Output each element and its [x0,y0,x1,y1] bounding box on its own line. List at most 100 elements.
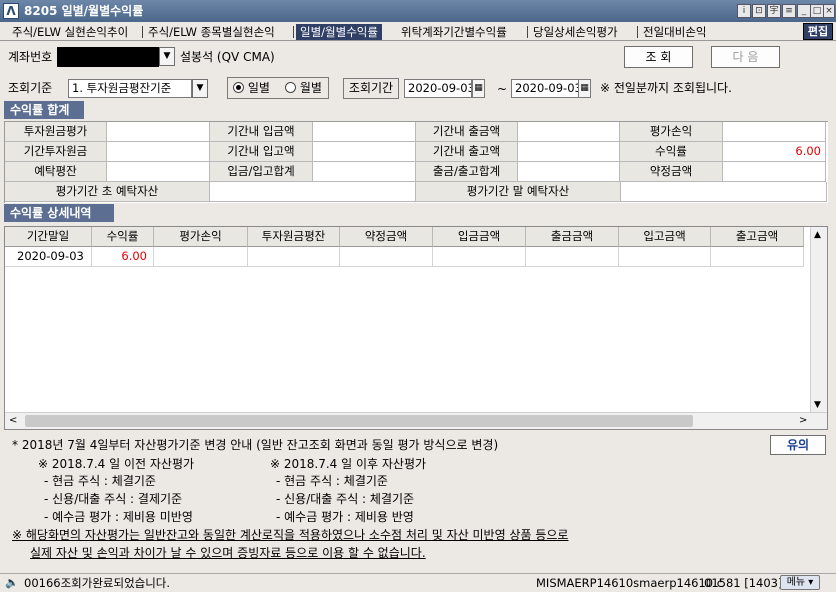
summary-value [518,122,620,142]
menu-button[interactable]: 메뉴 ▾ [780,575,820,590]
after-item: - 현금 주식 : 체결기준 [276,474,388,488]
tab-vs-prev-day-pnl[interactable]: 전일대비손익 [643,24,706,40]
summary-label: 예탁평잔 [5,162,107,182]
table-cell[interactable] [248,247,340,267]
warning-line-1: ※ 해당화면의 자산평가는 일반잔고와 동일한 계산로직을 적용하였으나 소수점… [12,528,569,542]
column-header[interactable]: 입고금액 [619,227,711,247]
date-from-input[interactable]: 2020-09-03 [404,79,472,98]
table-cell[interactable] [526,247,619,267]
column-header[interactable]: 평가손익 [154,227,248,247]
summary-value [107,122,210,142]
column-header[interactable]: 약정금액 [340,227,433,247]
tab-stock-realized-by-item[interactable]: 주식/ELW 종목별실현손익 [148,24,275,40]
summary-label: 투자원금평가 [5,122,107,142]
vertical-scrollbar[interactable]: ▲ ▼ [810,227,827,413]
before-item: - 현금 주식 : 체결기준 [44,474,156,488]
summary-value [723,122,826,142]
period-type-radio-group: 일별 월별 [227,77,329,99]
account-dropdown-icon[interactable]: ▼ [159,47,175,66]
column-header[interactable]: 기간말일 [5,227,92,247]
before-item: - 예수금 평가 : 제비용 미반영 [44,510,193,524]
period-end-label: 평가기간 말 예탁자산 [416,182,621,202]
radio-daily-dot[interactable] [233,82,244,93]
summary-value [313,142,416,162]
link-icon[interactable]: ⊡ [752,4,766,18]
summary-value [107,162,210,182]
summary-value [723,162,826,182]
after-title: ※ 2018.7.4 일 이후 자산평가 [270,457,427,471]
scroll-up-icon[interactable]: ▲ [814,230,821,240]
pin-icon[interactable]: 宇 [767,4,781,18]
summary-label: 입금/입고합계 [210,162,313,182]
status-code: 01581 [1403] [704,576,783,590]
tab-period-return[interactable]: 위탁계좌기간별수익률 [401,24,507,40]
summary-label: 수익률 [620,142,723,162]
scroll-down-icon[interactable]: ▼ [814,400,821,410]
edit-button[interactable]: 편집 [803,23,833,40]
app-logo-icon: Λ [3,3,19,19]
table-cell[interactable] [711,247,804,267]
table-cell[interactable] [154,247,248,267]
period-start-label: 평가기간 초 예탁자산 [5,182,210,202]
criteria-dropdown-icon[interactable]: ▼ [192,79,208,98]
criteria-select[interactable]: 1. 투자원금평잔기준 [68,79,192,98]
detail-table: 기간말일 수익률 평가손익 투자원금평잔 약정금액 입금금액 출금금액 입고금액 출고금액 20… [4,226,828,430]
radio-monthly[interactable]: 월별 [285,79,322,97]
notice-button[interactable]: 유의 [770,435,826,455]
column-header[interactable]: 출고금액 [711,227,804,247]
calendar-to-icon[interactable]: ▦ [578,79,591,98]
column-header[interactable]: 출금금액 [526,227,619,247]
summary-label: 평가손익 [620,122,723,142]
warning-line-2: 실제 자산 및 손익과 차이가 날 수 있으며 증빙자료 등으로 이용 할 수 … [30,546,426,560]
summary-label: 약정금액 [620,162,723,182]
detail-section-title: 수익률 상세내역 [4,204,114,222]
summary-value [313,162,416,182]
query-button[interactable]: 조 회 [624,46,693,68]
minimize-icon[interactable]: _ [797,4,811,18]
column-header[interactable]: 투자원금평잔 [248,227,340,247]
status-bar: 🔈 00166조회가완료되었습니다. MISMAERP14610smaerp14… [0,573,836,592]
date-to-input[interactable]: 2020-09-03 [511,79,579,98]
title-bar: Λ 8205 일별/월별수익률 i ⊡ 宇 ≡ _ □ × [0,0,836,22]
scroll-left-icon[interactable]: < [9,415,17,426]
horizontal-scroll-thumb[interactable] [25,415,693,427]
summary-label: 기간내 입고액 [210,142,313,162]
maximize-icon[interactable]: □ [810,4,824,18]
table-cell[interactable] [433,247,526,267]
calendar-from-icon[interactable]: ▦ [472,79,485,98]
period-end-value [621,182,827,202]
horizontal-scrollbar[interactable]: < > [5,412,827,429]
table-cell[interactable]: 6.00 [92,247,154,267]
account-label: 계좌번호 [8,50,53,64]
menu-icon[interactable]: ≡ [782,4,796,18]
radio-daily[interactable]: 일별 [233,79,270,97]
radio-monthly-dot[interactable] [285,82,296,93]
summary-section-title: 수익률 합계 [4,101,84,119]
summary-value [518,142,620,162]
column-header[interactable]: 입금금액 [433,227,526,247]
table-cell[interactable] [619,247,711,267]
speaker-icon[interactable]: 🔈 [5,574,19,592]
info-icon[interactable]: i [737,4,751,18]
account-number-input[interactable] [57,47,159,67]
summary-label: 출금/출고합계 [416,162,518,182]
notice-headline: * 2018년 7월 4일부터 자산평가기준 변경 안내 (일반 잔고조회 화면… [12,438,499,452]
scroll-right-icon[interactable]: > [799,415,807,426]
tab-today-detail-pnl[interactable]: 당일상세손익평가 [533,24,618,40]
period-label: 조회기간 [343,78,399,99]
after-item: - 예수금 평가 : 제비용 반영 [276,510,414,524]
status-message: 00166조회가완료되었습니다. [24,576,171,590]
summary-value [107,142,210,162]
program-id: MISMAERP14610smaerp14610.c [536,576,724,590]
summary-value [313,122,416,142]
summary-value [518,162,620,182]
tab-bar: 주식/ELW 실현손익추이 주식/ELW 종목별실현손익 일별/월별수익률 위탁… [0,22,836,41]
tab-daily-monthly-return[interactable]: 일별/월별수익률 [296,24,382,40]
summary-value: 6.00 [723,142,826,162]
table-cell[interactable]: 2020-09-03 [5,247,92,267]
column-header[interactable]: 수익률 [92,227,154,247]
next-button[interactable]: 다 음 [711,46,780,68]
close-icon[interactable]: × [823,4,835,18]
table-cell[interactable] [340,247,433,267]
tab-stock-realized-trend[interactable]: 주식/ELW 실현손익추이 [12,24,128,40]
